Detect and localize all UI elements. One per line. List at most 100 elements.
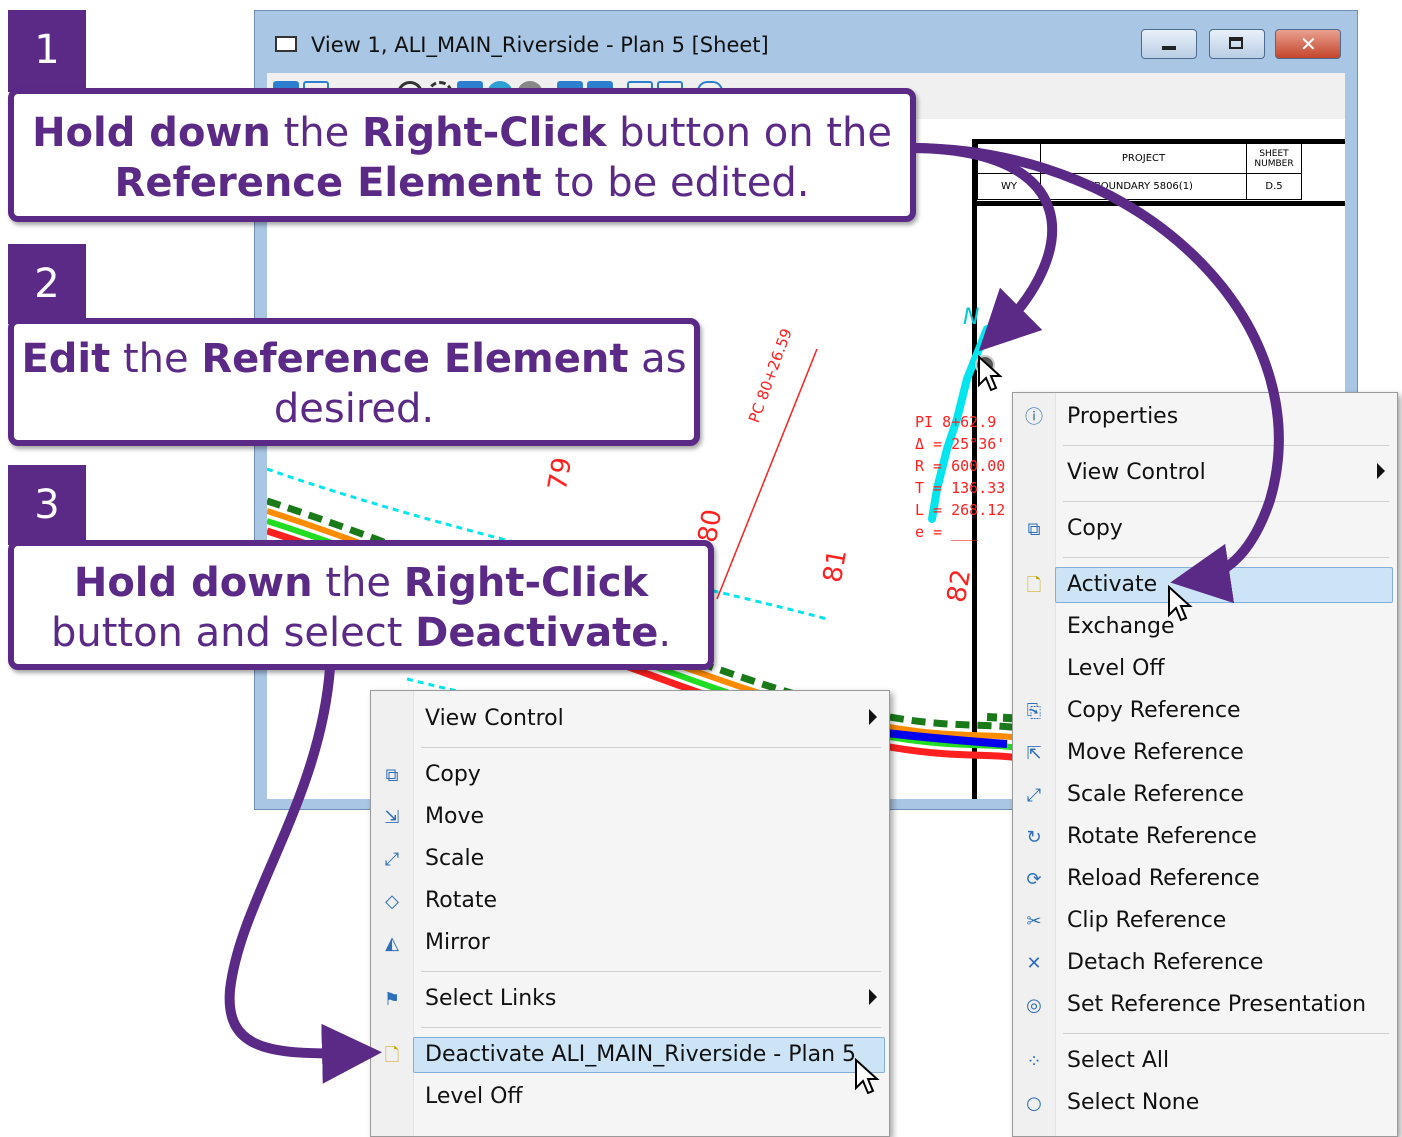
select-all-icon: ⁘ (1026, 1051, 1042, 1072)
callout-text-part: Right-Click (361, 110, 607, 156)
menu-item-label: Move Reference (1067, 740, 1244, 765)
callout-text-part: the (312, 560, 404, 606)
menu-item-label: Mirror (425, 930, 490, 955)
menu-item-label: Reload Reference (1067, 866, 1260, 891)
move-reference-icon: ⇱ (1026, 743, 1042, 764)
step-2-number: 2 (8, 244, 86, 324)
menu-item-move-reference[interactable]: ⇱ Move Reference (1013, 733, 1397, 773)
menu-item-view-control[interactable]: View Control (1013, 453, 1397, 493)
rotate-icon: ◇ (385, 891, 399, 912)
maximize-icon (1229, 37, 1243, 49)
callout-text-part: the (110, 336, 202, 382)
menu-item-label: Detach Reference (1067, 950, 1264, 975)
curve-data-block: PI 8+62.9 Δ = 25°36' R = 600.00 T = 136.33 L… (915, 411, 1015, 543)
menu-item-level-off[interactable]: Level Off (1013, 649, 1397, 689)
active-reference-context-menu: View Control ⧉ Copy ⇲ Move ⤢ Scale ◇ Rotate ◭ Mirr… (370, 690, 890, 1137)
menu-item-level-off[interactable]: Level Off (371, 1077, 889, 1117)
activate-icon: 🗋 (1026, 575, 1042, 596)
menu-item-reload-reference[interactable]: ⟳ Reload Reference (1013, 859, 1397, 899)
menu-item-label: Exchange (1067, 614, 1175, 639)
step-1-callout: Hold down the Right-Click button on the … (8, 88, 916, 222)
menu-item-rotate[interactable]: ◇ Rotate (371, 881, 889, 921)
callout-text-part: Deactivate (415, 610, 659, 656)
callout-text-part: button and select (50, 610, 416, 656)
menu-item-clip-reference[interactable]: ✂ Clip Reference (1013, 901, 1397, 941)
menu-item-mirror[interactable]: ◭ Mirror (371, 923, 889, 963)
submenu-arrow-icon (869, 989, 877, 1005)
reference-context-menu: ⓘ Properties View Control ⧉ Copy 🗋 Activate Exc… (1012, 392, 1398, 1137)
curve-data-line: R = 600.00 (915, 457, 1006, 475)
rotate-reference-icon: ↻ (1026, 827, 1042, 848)
menu-item-label: Set Reference Presentation (1067, 992, 1367, 1017)
curve-data-line: PI 8+62.9 (915, 413, 997, 431)
menu-separator (421, 971, 881, 972)
menu-item-label: Level Off (1067, 656, 1165, 681)
step-2-callout: Edit the Reference Element as desired. (8, 318, 700, 446)
menu-item-scale[interactable]: ⤢ Scale (371, 839, 889, 879)
detach-reference-icon: ✕ (1026, 953, 1042, 974)
menu-item-move[interactable]: ⇲ Move (371, 797, 889, 837)
station-label-82: 82 (941, 567, 978, 605)
curve-data-line: Δ = 25°36' (915, 435, 1006, 453)
minimize-icon (1162, 46, 1176, 50)
menu-item-label: Clip Reference (1067, 908, 1227, 933)
minimize-button[interactable] (1141, 29, 1197, 59)
north-label: N (963, 305, 980, 330)
menu-item-deactivate-ali-main-riverside-plan-5[interactable]: 🗋 Deactivate ALI_MAIN_Riverside - Plan 5 (371, 1035, 889, 1075)
menu-item-copy[interactable]: ⧉ Copy (371, 755, 889, 795)
callout-text-part: Hold down (32, 110, 271, 156)
menu-item-label: Rotate (425, 888, 498, 913)
menu-item-label: Activate (1067, 572, 1158, 597)
menu-item-select-all[interactable]: ⁘ Select All (1013, 1041, 1397, 1081)
callout-text-part: to be edited. (541, 160, 810, 206)
callout-text-part: Reference Element (114, 160, 542, 206)
move-icon: ⇲ (384, 807, 400, 828)
menu-item-label: View Control (425, 706, 564, 731)
maximize-button[interactable] (1209, 29, 1265, 59)
menu-item-label: Move (425, 804, 484, 829)
close-icon: ✕ (1300, 32, 1317, 56)
menu-item-label: View Control (1067, 460, 1206, 485)
close-button[interactable]: ✕ (1275, 29, 1341, 59)
menu-item-label: Select All (1067, 1048, 1170, 1073)
submenu-arrow-icon (1377, 463, 1385, 479)
menu-item-label: Scale (425, 846, 485, 871)
curve-data-line: L = 268.12 (915, 501, 1006, 519)
menu-item-activate[interactable]: 🗋 Activate (1013, 565, 1397, 605)
menu-item-exchange[interactable]: Exchange (1013, 607, 1397, 647)
step-1-number: 1 (8, 10, 86, 92)
menu-item-select-none[interactable]: ○ Select None (1013, 1083, 1397, 1123)
scale-reference-icon: ⤢ (1026, 785, 1042, 806)
view-window-icon (275, 36, 297, 52)
menu-item-copy[interactable]: ⧉ Copy (1013, 509, 1397, 549)
callout-text-part: Edit (21, 336, 111, 382)
reload-reference-icon: ⟳ (1026, 869, 1042, 890)
menu-item-view-control[interactable]: View Control (371, 699, 889, 739)
scale-icon: ⤢ (384, 849, 400, 870)
set-reference-presentation-icon: ◎ (1026, 995, 1042, 1016)
menu-item-rotate-reference[interactable]: ↻ Rotate Reference (1013, 817, 1397, 857)
window-title-bar[interactable]: View 1, ALI_MAIN_Riverside - Plan 5 [She… (255, 11, 1357, 73)
mouse-pointer-icon (1168, 585, 1193, 622)
callout-text-part: button on the (606, 110, 892, 156)
mouse-pointer-icon (978, 355, 1003, 392)
menu-item-copy-reference[interactable]: ⎘ Copy Reference (1013, 691, 1397, 731)
menu-item-label: Select Links (425, 986, 557, 1011)
copy-icon: ⧉ (1027, 519, 1041, 540)
station-label-81: 81 (817, 547, 854, 585)
callout-text-part: . (658, 610, 672, 656)
menu-item-properties[interactable]: ⓘ Properties (1013, 397, 1397, 437)
menu-separator (1063, 501, 1389, 502)
menu-item-label: Select None (1067, 1090, 1200, 1115)
curve-data-line: T = 136.33 (915, 479, 1006, 497)
menu-item-detach-reference[interactable]: ✕ Detach Reference (1013, 943, 1397, 983)
menu-item-label: Copy (1067, 516, 1123, 541)
menu-item-select-links[interactable]: ⚑ Select Links (371, 979, 889, 1019)
menu-separator (421, 747, 881, 748)
menu-item-label: Scale Reference (1067, 782, 1244, 807)
station-label-79: 79 (542, 455, 579, 493)
properties-icon: ⓘ (1025, 407, 1043, 428)
menu-item-set-reference-presentation[interactable]: ◎ Set Reference Presentation (1013, 985, 1397, 1025)
copy-icon: ⧉ (385, 765, 399, 786)
menu-item-scale-reference[interactable]: ⤢ Scale Reference (1013, 775, 1397, 815)
